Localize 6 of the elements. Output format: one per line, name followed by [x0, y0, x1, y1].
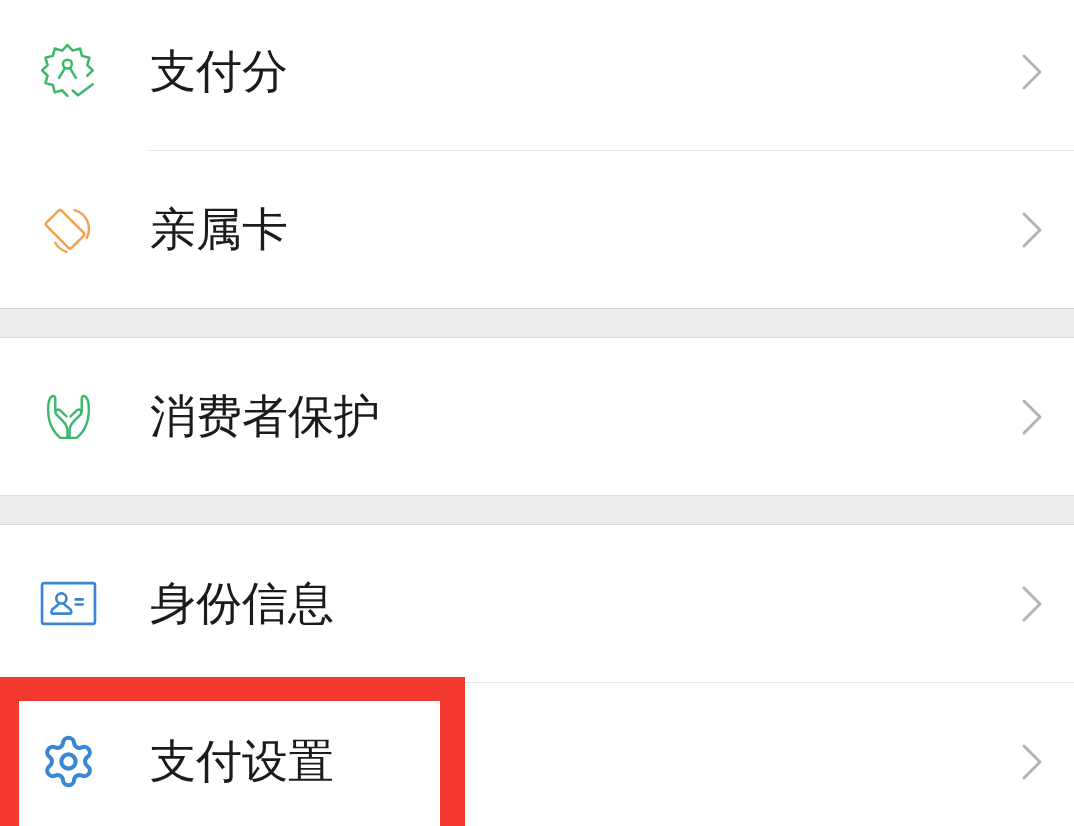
badge-check-icon: [40, 43, 97, 100]
chevron-right-icon: [1022, 211, 1042, 248]
chevron-right-icon: [1022, 585, 1042, 622]
chevron-right-icon: [1022, 398, 1042, 435]
chevron-right-icon: [1022, 743, 1042, 780]
chevron-right-icon: [1022, 53, 1042, 90]
